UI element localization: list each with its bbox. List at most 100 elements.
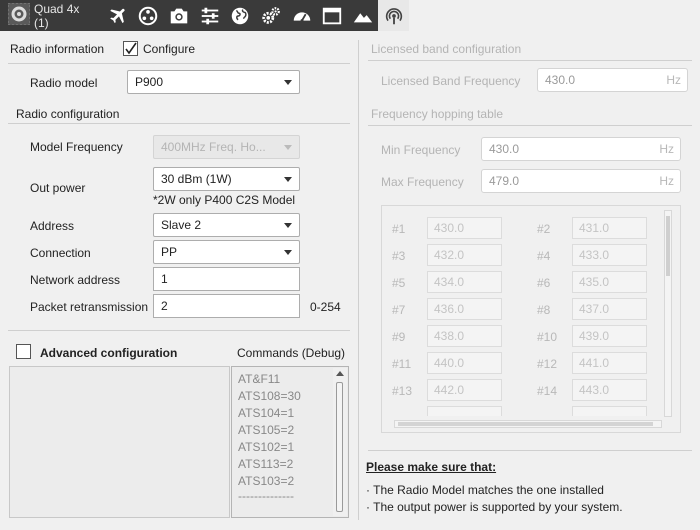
radio-model-value: P900 [135, 75, 164, 89]
channel-frequency-input[interactable]: 440.0 [427, 352, 502, 374]
hopping-table-horizontal-scrollbar[interactable] [394, 420, 662, 428]
airplane-icon[interactable] [102, 0, 133, 31]
scrollbar-thumb[interactable] [398, 422, 653, 426]
channel-label: #7 [392, 303, 406, 317]
channel-label: #6 [537, 276, 551, 290]
list-item: ATS102=1 [238, 440, 295, 454]
model-frequency-value: 400MHz Freq. Ho... [161, 140, 266, 154]
divider [8, 330, 350, 331]
channel-frequency-input[interactable]: 432.0 [427, 244, 502, 266]
channel-label: #10 [537, 330, 558, 344]
hopping-table-title: Frequency hopping table [371, 107, 504, 121]
packet-retransmission-input[interactable]: 2 [153, 294, 300, 318]
toolbar-background [409, 0, 700, 31]
channel-frequency-input[interactable]: 431.0 [572, 217, 647, 239]
packet-retransmission-label: Packet retransmission [30, 300, 149, 314]
configure-label: Configure [143, 42, 196, 56]
sliders-icon[interactable] [194, 0, 225, 31]
channel-frequency-input[interactable]: 441.0 [572, 352, 647, 374]
unit-label: Hz [666, 73, 681, 87]
gears-icon[interactable] [256, 0, 287, 31]
scroll-up-icon[interactable] [336, 371, 344, 376]
advanced-configuration-label: Advanced configuration [40, 346, 178, 360]
radio-model-select[interactable]: P900 [127, 70, 300, 94]
scrollbar-thumb[interactable] [666, 216, 670, 276]
notice-item: · The output power is supported by your … [366, 500, 623, 514]
scrollbar-thumb[interactable] [336, 382, 343, 512]
divider [8, 63, 350, 64]
licensed-frequency-label: Licensed Band Frequency [381, 74, 521, 88]
radio-configuration-title: Radio configuration [16, 107, 120, 121]
globe-icon[interactable] [225, 0, 256, 31]
channel-label: #9 [392, 330, 406, 344]
chevron-down-icon [284, 177, 292, 182]
chevron-down-icon [284, 223, 292, 228]
channel-label: #13 [392, 384, 413, 398]
address-label: Address [30, 219, 75, 233]
address-value: Slave 2 [161, 218, 202, 232]
channel-frequency-input[interactable]: 433.0 [572, 244, 647, 266]
model-frequency-select[interactable]: 400MHz Freq. Ho... [153, 135, 300, 159]
column-divider [358, 40, 359, 520]
channel-frequency-input[interactable]: 437.0 [572, 298, 647, 320]
commands-list[interactable]: AT&F11 ATS108=30 ATS104=1 ATS105=2 ATS10… [231, 366, 349, 518]
radio-icon[interactable] [378, 0, 409, 31]
channel-frequency-input[interactable]: 443.0 [572, 379, 647, 401]
channel-label: #1 [392, 222, 406, 236]
licensed-frequency-input[interactable]: 430.0 Hz [537, 68, 688, 92]
unit-label: Hz [659, 142, 674, 156]
list-item: ATS104=1 [238, 406, 295, 420]
licensed-frequency-value: 430.0 [545, 73, 576, 87]
chevron-down-icon [284, 145, 292, 150]
list-item: ATS105=2 [238, 423, 295, 437]
channel-label: #5 [392, 276, 406, 290]
address-select[interactable]: Slave 2 [153, 213, 300, 237]
sensor-icon[interactable] [133, 0, 164, 31]
channel-frequency-input[interactable] [427, 406, 502, 416]
commands-scrollbar[interactable] [333, 368, 347, 516]
max-frequency-value: 479.0 [489, 174, 520, 188]
divider [368, 60, 692, 61]
channel-label: #14 [537, 384, 558, 398]
vehicle-title: Quad 4x (1) [34, 1, 80, 30]
unit-label: Hz [659, 174, 674, 188]
min-frequency-value: 430.0 [489, 142, 520, 156]
channel-frequency-input[interactable]: 435.0 [572, 271, 647, 293]
notice-title: Please make sure that: [366, 460, 497, 474]
channel-frequency-input[interactable]: 442.0 [427, 379, 502, 401]
min-frequency-input[interactable]: 430.0 Hz [481, 137, 681, 161]
channel-label: #8 [537, 303, 551, 317]
list-item: -------------- [238, 489, 294, 503]
radio-model-label: Radio model [30, 76, 98, 90]
hopping-table-vertical-scrollbar[interactable] [664, 210, 672, 417]
channel-frequency-input[interactable]: 436.0 [427, 298, 502, 320]
packet-retransmission-value: 2 [161, 299, 168, 313]
channel-frequency-input[interactable]: 438.0 [427, 325, 502, 347]
list-item: ATS113=2 [238, 457, 294, 471]
channel-frequency-input[interactable]: 439.0 [572, 325, 647, 347]
connection-value: PP [161, 245, 178, 259]
model-frequency-label: Model Frequency [30, 140, 123, 154]
out-power-value: 30 dBm (1W) [161, 172, 232, 186]
channel-frequency-input[interactable] [572, 406, 647, 416]
vehicle-selector[interactable]: Quad 4x (1) [0, 0, 102, 31]
chevron-down-icon [284, 80, 292, 85]
channel-frequency-input[interactable]: 434.0 [427, 271, 502, 293]
frequency-hopping-table: #1 430.0 #2 431.0 #3 432.0 #4 433.0 #5 4… [381, 205, 681, 433]
gauge-icon[interactable] [286, 0, 317, 31]
camera-icon[interactable] [164, 0, 195, 31]
max-frequency-input[interactable]: 479.0 Hz [481, 169, 681, 193]
channel-label: #12 [537, 357, 558, 371]
packet-retransmission-range: 0-254 [310, 300, 341, 314]
window-icon[interactable] [317, 0, 348, 31]
configure-checkbox[interactable] [123, 41, 138, 56]
out-power-select[interactable]: 30 dBm (1W) [153, 167, 300, 191]
out-power-label: Out power [30, 181, 86, 195]
advanced-configuration-checkbox[interactable] [16, 344, 31, 359]
connection-select[interactable]: PP [153, 240, 300, 264]
channel-frequency-input[interactable]: 430.0 [427, 217, 502, 239]
mountain-icon[interactable] [348, 0, 379, 31]
network-address-input[interactable]: 1 [153, 267, 300, 291]
max-frequency-label: Max Frequency [381, 175, 464, 189]
network-address-value: 1 [161, 272, 168, 286]
